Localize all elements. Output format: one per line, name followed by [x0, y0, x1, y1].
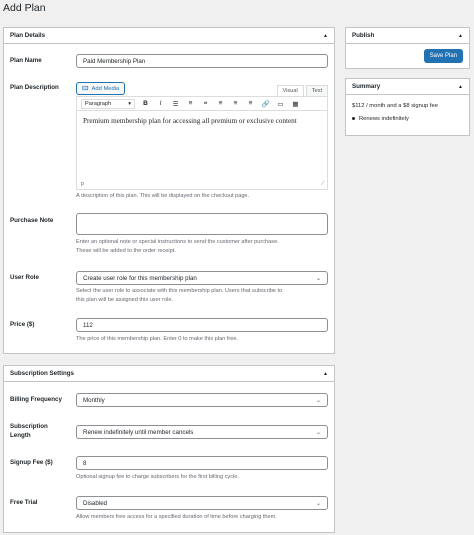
user-role-select[interactable]: Create user role for this membership pla…: [76, 271, 328, 285]
caret-up-icon[interactable]: ▲: [458, 33, 463, 39]
subscription-length-value: Renew indefinitely until member cancels: [83, 428, 194, 436]
free-trial-help: Allow members free access for a specifie…: [76, 514, 277, 520]
bullet-list-icon[interactable]: ☰: [171, 100, 180, 108]
chevron-down-icon: ⌄: [315, 429, 321, 436]
summary-renew-text: Renews indefinitely: [359, 116, 409, 122]
billing-frequency-value: Monthly: [83, 396, 105, 404]
align-right-icon[interactable]: ≡: [246, 100, 255, 107]
caret-up-icon[interactable]: ▲: [323, 33, 328, 39]
editor-path: p: [81, 181, 84, 187]
subscription-length-label-2: Length: [10, 432, 31, 439]
caret-up-icon[interactable]: ▲: [458, 84, 463, 90]
user-role-value: Create user role for this membership pla…: [83, 274, 197, 282]
publish-box: Publish ▲ Save Plan: [345, 27, 470, 69]
plan-name-input[interactable]: Paid Membership Plan: [76, 54, 328, 68]
subscription-length-label-1: Subscription: [10, 423, 48, 430]
format-select[interactable]: Paragraph ▾: [81, 98, 135, 109]
tab-text[interactable]: Text: [305, 85, 328, 96]
signup-fee-help: Optional signup fee to charge subscriber…: [76, 474, 239, 480]
chevron-down-icon: ⌄: [315, 397, 321, 404]
editor-content[interactable]: Premium membership plan for accessing al…: [77, 111, 327, 131]
add-media-button[interactable]: 🖾 Add Media: [76, 82, 126, 95]
bold-icon[interactable]: B: [141, 100, 150, 107]
plan-details-header[interactable]: Plan Details ▲: [4, 28, 334, 44]
chevron-down-icon: ▾: [128, 100, 131, 107]
format-select-value: Paragraph: [85, 100, 112, 107]
chevron-down-icon: ⌄: [315, 275, 321, 282]
free-trial-value: Disabled: [83, 499, 108, 507]
bullet-icon: [352, 116, 355, 120]
billing-frequency-select[interactable]: Monthly ⌄: [76, 393, 328, 407]
billing-frequency-label: Billing Frequency: [10, 396, 62, 403]
free-trial-label: Free Trial: [10, 499, 38, 506]
price-help: The price of this membership plan. Enter…: [76, 336, 238, 342]
summary-box: Summary ▲ $112 / month and a $8 signup f…: [345, 78, 470, 136]
summary-header[interactable]: Summary ▲: [346, 79, 469, 95]
link-icon[interactable]: 🔗: [261, 100, 270, 108]
add-media-label: Add Media: [91, 85, 120, 92]
plan-details-box: Plan Details ▲ Plan Name Paid Membership…: [3, 27, 335, 354]
subscription-settings-box: Subscription Settings ▲ Billing Frequenc…: [3, 365, 335, 533]
subscription-settings-header[interactable]: Subscription Settings ▲: [4, 366, 334, 382]
purchase-note-help-2: These will be added to the order receipt…: [76, 248, 176, 254]
resize-handle-icon[interactable]: ⟋: [321, 181, 325, 188]
purchase-note-label: Purchase Note: [10, 217, 54, 224]
align-left-icon[interactable]: ≡: [216, 100, 225, 107]
toolbar-toggle-icon[interactable]: ▦: [291, 100, 300, 108]
user-role-help-2: this plan will be assigned this user rol…: [76, 297, 174, 303]
signup-fee-input[interactable]: 8: [76, 456, 328, 470]
publish-header[interactable]: Publish ▲: [346, 28, 469, 44]
media-icon: 🖾: [82, 85, 89, 92]
read-more-icon[interactable]: ▭: [276, 100, 285, 108]
price-label: Price ($): [10, 321, 35, 328]
align-center-icon[interactable]: ≡: [231, 100, 240, 107]
purchase-note-help-1: Enter an optional note or special instru…: [76, 239, 279, 245]
plan-details-title: Plan Details: [10, 32, 46, 39]
plan-name-label: Plan Name: [10, 57, 42, 64]
purchase-note-input[interactable]: [76, 213, 328, 235]
user-role-help-1: Select the user role to associate with t…: [76, 288, 283, 294]
summary-renew-line: Renews indefinitely: [352, 116, 409, 122]
caret-up-icon[interactable]: ▲: [323, 371, 328, 377]
plan-description-label: Plan Description: [10, 84, 59, 91]
signup-fee-label: Signup Fee ($): [10, 459, 53, 466]
tab-visual[interactable]: Visual: [276, 85, 304, 96]
italic-icon[interactable]: I: [156, 100, 165, 107]
numbered-list-icon[interactable]: ≡: [186, 100, 195, 107]
summary-price-line: $112 / month and a $8 signup fee: [352, 103, 438, 109]
user-role-label: User Role: [10, 274, 39, 281]
chevron-down-icon: ⌄: [315, 500, 321, 507]
save-plan-button[interactable]: Save Plan: [423, 49, 463, 63]
summary-title: Summary: [352, 83, 381, 90]
subscription-settings-title: Subscription Settings: [10, 370, 74, 377]
publish-title: Publish: [352, 32, 375, 39]
free-trial-select[interactable]: Disabled ⌄: [76, 496, 328, 510]
price-value: 112: [83, 321, 93, 329]
plan-name-value: Paid Membership Plan: [83, 57, 146, 65]
editor-toolbar: Paragraph ▾ B I ☰ ≡ ❝ ≡ ≡ ≡ 🔗 ▭ ▦: [77, 97, 327, 111]
page-title: Add Plan: [3, 2, 46, 14]
signup-fee-value: 8: [83, 459, 87, 467]
blockquote-icon[interactable]: ❝: [201, 100, 210, 108]
editor-area[interactable]: Paragraph ▾ B I ☰ ≡ ❝ ≡ ≡ ≡ 🔗 ▭ ▦ Premiu…: [76, 96, 328, 190]
description-help: A description of this plan. This will be…: [76, 193, 250, 199]
subscription-length-select[interactable]: Renew indefinitely until member cancels …: [76, 425, 328, 439]
price-input[interactable]: 112: [76, 318, 328, 332]
